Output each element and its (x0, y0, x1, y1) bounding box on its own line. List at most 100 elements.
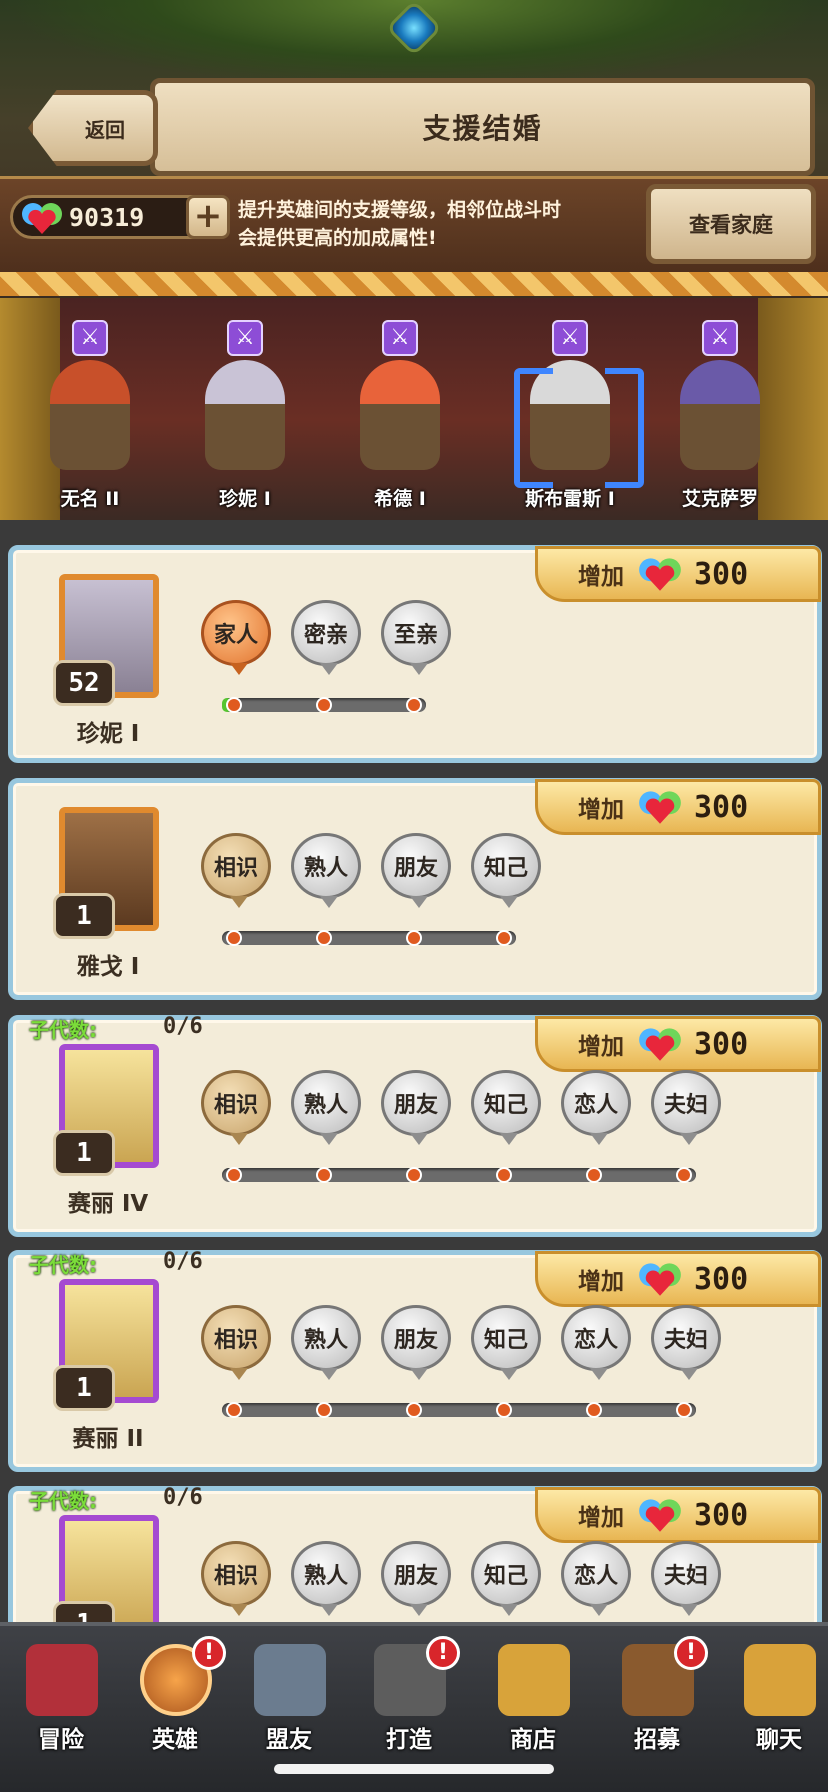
currency-value: 90319 (69, 202, 145, 232)
nav-barrel-portal[interactable]: 招募! (602, 1636, 712, 1766)
support-card[interactable]: 增加 300 子代数: 0/6 1 赛丽 II 相识 熟人 朋友 知己 恋人 夫妇 (8, 1249, 822, 1472)
support-stage[interactable]: 熟人 (291, 1070, 361, 1145)
support-card[interactable]: 增加 300 子代数: 0/6 1 相识 熟人 朋友 知己 恋人 夫妇 (8, 1485, 822, 1625)
crossed-swords-icon (26, 1644, 98, 1716)
bonus-tab: 增加 300 (535, 1487, 821, 1543)
stage-node (586, 1167, 602, 1183)
stage-node (406, 1402, 422, 1418)
hero-portrait[interactable]: 1 (53, 1515, 159, 1625)
hero-name: 赛丽 II (72, 1426, 144, 1452)
hero-slot[interactable]: ⚔ 希德 I (330, 306, 470, 514)
hero-portrait[interactable]: 1 (53, 1044, 159, 1176)
nav-gauntlet[interactable]: 盟友 (234, 1636, 344, 1766)
nav-crossed-swords[interactable]: 冒险 (6, 1636, 116, 1766)
nav-label: 冒险 (38, 1727, 84, 1753)
support-progress-track (222, 931, 516, 945)
support-stage[interactable]: 知己 (471, 1070, 541, 1145)
gauntlet-icon (254, 1644, 326, 1716)
hero-name: 希德 I (374, 488, 426, 510)
child-count-value: 0/6 (163, 1014, 203, 1039)
support-stage[interactable]: 朋友 (381, 1070, 451, 1145)
nav-label: 英雄 (152, 1727, 198, 1753)
support-stage[interactable]: 熟人 (291, 833, 361, 908)
level-badge: 1 (53, 1130, 115, 1176)
heart-gem-icon (639, 791, 681, 824)
support-card[interactable]: 增加 300 1 雅戈 I 相识 熟人 朋友 知己 (8, 778, 822, 1000)
bonus-tab: 增加 300 (535, 546, 821, 602)
stage-node (586, 1402, 602, 1418)
support-stage[interactable]: 知己 (471, 833, 541, 908)
support-list[interactable]: 增加 300 52 珍妮 I 家人 密亲 至亲 增加 300 1 雅戈 I 相识 熟人 朋友 知己 增加 300… (0, 520, 828, 1625)
hero-slot[interactable]: ⚔ 珍妮 I (175, 306, 315, 514)
support-stage[interactable]: 密亲 (291, 600, 361, 675)
support-stage[interactable]: 夫妇 (651, 1541, 721, 1616)
bonus-label: 增加 (578, 1269, 624, 1295)
tip-line-2: 会提供更高的加成属性! (238, 227, 437, 249)
support-stage[interactable]: 夫妇 (651, 1070, 721, 1145)
hero-name: 赛丽 IV (67, 1191, 149, 1217)
hero-slot[interactable]: ⚔ 无名 II (20, 306, 160, 514)
support-stage[interactable]: 恋人 (561, 1070, 631, 1145)
heart-gem-icon (639, 1028, 681, 1061)
hero-portrait[interactable]: 1 (53, 807, 159, 939)
hero-slot[interactable]: ⚔ 艾克萨罗 (650, 306, 790, 514)
stage-node (316, 1167, 332, 1183)
support-stage[interactable]: 相识 (201, 1541, 271, 1616)
child-count-label: 子代数: (29, 1489, 97, 1513)
sword-icon: ⚔ (702, 320, 738, 356)
stage-node (226, 930, 242, 946)
support-stage[interactable]: 夫妇 (651, 1305, 721, 1380)
sword-icon: ⚔ (552, 320, 588, 356)
bonus-value: 300 (694, 556, 749, 592)
support-stage[interactable]: 相识 (201, 1305, 271, 1380)
support-stage[interactable]: 家人 (201, 600, 271, 675)
stripe-divider (0, 272, 828, 296)
support-stage[interactable]: 至亲 (381, 600, 451, 675)
bonus-label: 增加 (578, 564, 624, 590)
bonus-tab: 增加 300 (535, 1251, 821, 1307)
support-stage[interactable]: 恋人 (561, 1305, 631, 1380)
nav-label: 盟友 (266, 1727, 312, 1753)
nav-gold-bars[interactable]: 商店 (478, 1636, 588, 1766)
support-card[interactable]: 增加 300 子代数: 0/6 1 赛丽 IV 相识 熟人 朋友 知己 恋人 夫妇 (8, 1014, 822, 1237)
view-family-button[interactable]: 查看家庭 (646, 184, 816, 264)
hero-name: 艾克萨罗 (681, 488, 758, 510)
nav-chat-bubble[interactable]: 聊天 (724, 1636, 828, 1766)
support-card[interactable]: 增加 300 52 珍妮 I 家人 密亲 至亲 (8, 545, 822, 763)
support-stage[interactable]: 熟人 (291, 1541, 361, 1616)
hero-strip: ⚔ 无名 II ⚔ 珍妮 I ⚔ 希德 I ⚔ 斯布雷斯 I ⚔ 艾克萨罗 (0, 298, 828, 520)
support-stage[interactable]: 知己 (471, 1541, 541, 1616)
alert-badge: ! (426, 1636, 460, 1670)
child-count-value: 0/6 (163, 1249, 203, 1274)
heart-gem-icon (639, 558, 681, 591)
bonus-label: 增加 (578, 797, 624, 823)
support-stage[interactable]: 熟人 (291, 1305, 361, 1380)
stage-node (226, 1167, 242, 1183)
support-stage[interactable]: 相识 (201, 1070, 271, 1145)
hero-name: 斯布雷斯 I (525, 488, 615, 510)
hero-portrait[interactable]: 1 (53, 1279, 159, 1411)
child-count-value: 0/6 (163, 1485, 203, 1510)
hero-name: 雅戈 I (76, 954, 140, 980)
stage-node (496, 1167, 512, 1183)
page-title: 支援结婚 (422, 112, 543, 145)
support-stage[interactable]: 朋友 (381, 1541, 451, 1616)
support-stage[interactable]: 朋友 (381, 1305, 451, 1380)
support-stage[interactable]: 相识 (201, 833, 271, 908)
level-badge: 1 (53, 893, 115, 939)
bonus-value: 300 (694, 1497, 749, 1533)
support-stage[interactable]: 朋友 (381, 833, 451, 908)
sword-icon: ⚔ (72, 320, 108, 356)
hero-figure (205, 360, 285, 470)
bonus-value: 300 (694, 1026, 749, 1062)
support-stage[interactable]: 知己 (471, 1305, 541, 1380)
gold-bars-icon (498, 1644, 570, 1716)
sword-icon: ⚔ (227, 320, 263, 356)
nav-hammer[interactable]: 打造! (354, 1636, 464, 1766)
nav-knight-helmet[interactable]: 英雄! (120, 1636, 230, 1766)
add-currency-button[interactable]: + (186, 195, 230, 239)
support-stage[interactable]: 恋人 (561, 1541, 631, 1616)
tip-text: 提升英雄间的支援等级，相邻位战斗时 会提供更高的加成属性! (238, 196, 638, 252)
level-badge: 1 (53, 1365, 115, 1411)
hero-portrait[interactable]: 52 (53, 574, 159, 706)
